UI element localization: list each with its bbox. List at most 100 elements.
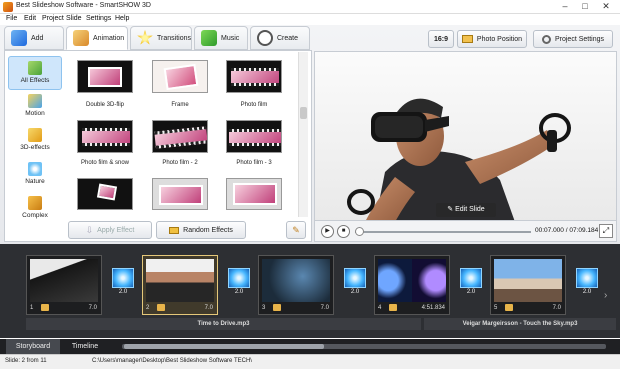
maximize-button[interactable]: □ xyxy=(576,0,594,12)
menu-bar: File Edit Project Slide Settings Help xyxy=(0,14,620,25)
window-title: Best Slideshow Software - SmartSHOW 3D xyxy=(16,2,151,9)
transition-icon xyxy=(576,268,598,288)
effect-label: Photo film xyxy=(240,102,268,108)
transition-icon xyxy=(228,268,250,288)
project-settings-button[interactable]: Project Settings xyxy=(533,30,613,48)
tab-create[interactable]: Create xyxy=(250,26,310,50)
transition-item[interactable]: 2.0 xyxy=(228,268,250,300)
tab-timeline[interactable]: Timeline xyxy=(62,339,108,354)
brush-icon: ✎ xyxy=(292,224,300,235)
effect-label: Photo film & snow xyxy=(80,160,130,166)
effect-photo-film-2[interactable] xyxy=(152,120,208,153)
time-display: 00:07.000 / 07:09.184 xyxy=(535,227,599,234)
edit-slide-button[interactable]: ✎ Edit Slide xyxy=(436,203,496,217)
menu-edit[interactable]: Edit xyxy=(24,15,36,22)
effect-label: Frame xyxy=(171,102,189,108)
menu-slide[interactable]: Slide xyxy=(66,15,82,22)
project-path: C:\Users\manager\Desktop\Best Slideshow … xyxy=(92,358,252,364)
minimize-button[interactable]: – xyxy=(556,0,574,12)
seek-handle[interactable] xyxy=(355,227,364,236)
app-logo-icon xyxy=(3,2,13,12)
storyboard-scrollbar[interactable] xyxy=(122,344,606,349)
slide-thumbnail[interactable]: 4 4:51.834 xyxy=(374,255,450,315)
play-button[interactable]: ▶ xyxy=(321,225,334,238)
apply-effect-button[interactable]: ⇩ Apply Effect xyxy=(68,221,152,239)
tab-music[interactable]: Music xyxy=(194,26,248,50)
category-3d-effects[interactable]: 3D-effects xyxy=(8,124,62,158)
fullscreen-button[interactable]: ⤢ xyxy=(599,224,613,238)
slide-thumbnail[interactable]: 1 7.0 xyxy=(26,255,102,315)
effect-thumb[interactable] xyxy=(226,178,282,210)
tab-transitions[interactable]: Transitions xyxy=(130,26,192,50)
star-icon xyxy=(137,30,153,45)
stop-button[interactable]: ■ xyxy=(337,225,350,238)
status-bar: Slide: 2 from 11 C:\Users\manager\Deskto… xyxy=(0,354,620,369)
effect-photo-film[interactable] xyxy=(226,60,282,93)
gear-icon xyxy=(541,34,551,44)
arrow-down-icon: ⇩ xyxy=(85,224,94,235)
photo-position-icon xyxy=(461,35,473,43)
add-photo-icon xyxy=(11,30,27,46)
effect-thumb[interactable] xyxy=(77,178,133,210)
transition-item[interactable]: 2.0 xyxy=(344,268,366,300)
slide-thumbnail[interactable]: 5 7.0 xyxy=(490,255,566,315)
transition-item[interactable]: 2.0 xyxy=(460,268,482,300)
transition-icon xyxy=(344,268,366,288)
aspect-ratio-button[interactable]: 16:9 xyxy=(428,30,454,48)
complex-icon xyxy=(28,196,42,210)
category-motion[interactable]: Motion xyxy=(8,90,62,124)
storyboard-scroll-thumb[interactable] xyxy=(124,344,324,349)
scrollbar-thumb[interactable] xyxy=(300,107,307,119)
transition-icon xyxy=(460,268,482,288)
transition-item[interactable]: 2.0 xyxy=(576,268,598,300)
pencil-icon: ✎ xyxy=(447,206,456,213)
slide-thumbnail-selected[interactable]: 2 7.0 xyxy=(142,255,218,315)
preview-image xyxy=(315,52,616,220)
film-reel-icon xyxy=(257,30,273,46)
edit-icon xyxy=(389,304,397,311)
menu-settings[interactable]: Settings xyxy=(86,15,111,22)
audio-track[interactable]: Time to Drive.mp3 xyxy=(26,318,421,330)
motion-icon xyxy=(28,94,42,108)
effect-double-3d-flip[interactable] xyxy=(77,60,133,93)
music-note-icon xyxy=(201,30,217,46)
title-bar: Best Slideshow Software - SmartSHOW 3D –… xyxy=(0,0,620,14)
seek-bar[interactable] xyxy=(355,231,531,233)
edit-icon xyxy=(157,304,165,311)
menu-project[interactable]: Project xyxy=(42,15,64,22)
edit-icon xyxy=(41,304,49,311)
transition-item[interactable]: 2.0 xyxy=(112,268,134,300)
random-effects-button[interactable]: Random Effects xyxy=(156,221,246,239)
effect-photo-film-3[interactable] xyxy=(226,120,282,153)
category-complex[interactable]: Complex xyxy=(8,192,62,226)
effect-label: Double 3D-flip xyxy=(85,102,125,108)
effect-thumb[interactable] xyxy=(152,178,208,210)
edit-icon xyxy=(505,304,513,311)
category-all-effects[interactable]: All Effects xyxy=(8,56,62,90)
transition-icon xyxy=(112,268,134,288)
effect-label: Photo film - 3 xyxy=(236,160,272,166)
effects-scrollbar[interactable] xyxy=(298,52,308,217)
effect-photo-film-snow[interactable] xyxy=(77,120,133,153)
preview-window: ✎ Edit Slide xyxy=(314,51,617,221)
slide-thumbnail[interactable]: 3 7.0 xyxy=(258,255,334,315)
tab-animation[interactable]: Animation xyxy=(66,26,128,50)
close-button[interactable]: ✕ xyxy=(597,0,615,12)
effect-label: Photo film - 2 xyxy=(162,160,198,166)
tab-storyboard[interactable]: Storyboard xyxy=(6,339,60,354)
random-icon xyxy=(169,226,180,234)
menu-file[interactable]: File xyxy=(6,15,17,22)
playback-controls: ▶ ■ 00:07.000 / 07:09.184 ⤢ xyxy=(314,221,617,242)
scroll-right-icon[interactable]: › xyxy=(604,290,607,301)
brush-button[interactable]: ✎ xyxy=(286,221,306,239)
effect-frame[interactable] xyxy=(152,60,208,93)
category-nature[interactable]: Nature xyxy=(8,158,62,192)
all-effects-icon xyxy=(28,61,42,75)
snowflake-icon xyxy=(28,162,42,176)
audio-track[interactable]: Veigar Margeirsson - Touch the Sky.mp3 xyxy=(424,318,616,330)
tab-add[interactable]: Add xyxy=(4,26,64,50)
slide-counter: Slide: 2 from 11 xyxy=(5,358,47,364)
menu-help[interactable]: Help xyxy=(115,15,129,22)
photo-position-button[interactable]: Photo Position xyxy=(457,30,527,48)
animation-icon xyxy=(73,30,89,46)
